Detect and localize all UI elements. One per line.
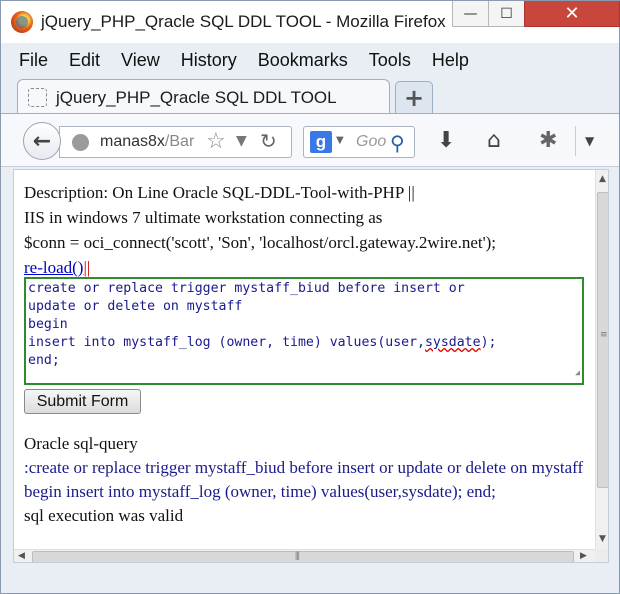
back-button[interactable]: ←	[23, 122, 61, 160]
resize-grip-icon[interactable]: ◢	[575, 364, 580, 382]
scroll-down-arrow-icon[interactable]: ▼	[599, 534, 606, 544]
result-block: Oracle sql-query :create or replace trig…	[24, 432, 584, 528]
bookmark-star-icon[interactable]: ☆	[206, 129, 226, 154]
navigation-bar: manas8x/Bar ☆ ▼ ↻ ← g ▼ Goo ⚲ ⬇ ⌂ ✱ ▼	[1, 113, 619, 167]
sql-line-3: begin	[28, 317, 68, 332]
url-host: manas8x	[100, 133, 165, 150]
horizontal-scroll-thumb[interactable]: ⦀	[32, 550, 574, 563]
google-icon[interactable]: g	[310, 131, 332, 153]
menu-tools[interactable]: Tools	[369, 50, 411, 71]
toolbar-separator	[575, 126, 576, 156]
scroll-grip-icon: ≡	[600, 330, 608, 340]
result-heading: Oracle sql-query	[24, 434, 138, 453]
title-bar: jQuery_PHP_Qracle SQL DDL TOOL - Mozilla…	[1, 1, 620, 43]
reload-separator: ||	[83, 258, 91, 277]
menu-bar: File Edit View History Bookmarks Tools H…	[1, 45, 619, 75]
spellcheck-word: sysdate	[424, 335, 481, 350]
search-input[interactable]: Goo	[356, 133, 386, 151]
globe-icon	[72, 134, 89, 151]
addon-icon[interactable]: ✱	[539, 128, 557, 153]
search-bar[interactable]: g ▼ Goo ⚲	[303, 126, 415, 158]
url-text[interactable]: manas8x/Bar	[100, 133, 200, 151]
menu-bookmarks[interactable]: Bookmarks	[258, 50, 348, 71]
hscroll-grip-icon: ⦀	[295, 550, 300, 563]
result-status: sql execution was valid	[24, 506, 184, 525]
sql-line-4-head: insert into mystaff_log (owner, time) va…	[28, 335, 425, 350]
sql-line-4-tail: );	[480, 335, 497, 350]
connect-line: $conn = oci_connect('scott', 'Son', 'loc…	[24, 233, 497, 252]
url-dropdown-icon[interactable]: ▼	[236, 133, 247, 149]
maximize-button[interactable]: ☐	[488, 1, 524, 27]
new-tab-button[interactable]: +	[395, 81, 433, 113]
vertical-scroll-thumb[interactable]: ≡	[597, 192, 608, 488]
horizontal-scrollbar[interactable]: ◀ ⦀ ▶	[14, 549, 595, 563]
url-bar[interactable]: manas8x/Bar ☆ ▼ ↻	[59, 126, 292, 158]
iis-line: IIS in windows 7 ultimate workstation co…	[24, 208, 383, 227]
page-header-text: Description: On Line Oracle SQL-DDL-Tool…	[24, 180, 584, 280]
tab-active[interactable]: jQuery_PHP_Qracle SQL DDL TOOL	[17, 79, 390, 115]
browser-window: jQuery_PHP_Qracle SQL DDL TOOL - Mozilla…	[0, 0, 620, 594]
menu-help[interactable]: Help	[432, 50, 469, 71]
scroll-right-arrow-icon[interactable]: ▶	[580, 551, 587, 561]
window-bottom-frame	[1, 565, 619, 593]
download-icon[interactable]: ⬇	[437, 128, 455, 153]
sql-line-2: update or delete on mystaff	[28, 299, 243, 314]
search-icon[interactable]: ⚲	[390, 131, 405, 155]
reload-icon[interactable]: ↻	[260, 129, 277, 153]
window-title: jQuery_PHP_Qracle SQL DDL TOOL - Mozilla…	[41, 12, 446, 31]
search-engine-dropdown-icon[interactable]: ▼	[336, 135, 344, 146]
sql-line-1: create or replace trigger mystaff_biud b…	[28, 281, 465, 296]
url-path: /Bar	[164, 133, 195, 150]
sql-textarea[interactable]: create or replace trigger mystaff_biud b…	[24, 277, 584, 385]
description-line: Description: On Line Oracle SQL-DDL-Tool…	[24, 183, 415, 202]
close-button[interactable]: ✕	[524, 1, 620, 27]
scrollbar-corner	[595, 549, 608, 562]
firefox-logo-icon	[11, 11, 33, 33]
tab-strip: jQuery_PHP_Qracle SQL DDL TOOL +	[1, 77, 619, 115]
blank-page-icon	[28, 88, 47, 107]
submit-form-button[interactable]: Submit Form	[24, 389, 141, 414]
minimize-button[interactable]: —	[452, 1, 488, 27]
vertical-scrollbar[interactable]: ▲ ≡ ▼	[595, 170, 608, 549]
toolbar-menu-dropdown-icon[interactable]: ▼	[585, 134, 594, 148]
menu-view[interactable]: View	[121, 50, 160, 71]
result-query: :create or replace trigger mystaff_biud …	[24, 458, 584, 501]
sql-line-5: end;	[28, 353, 60, 368]
menu-history[interactable]: History	[181, 50, 237, 71]
scroll-up-arrow-icon[interactable]: ▲	[599, 174, 606, 184]
home-icon[interactable]: ⌂	[487, 128, 501, 153]
tab-label: jQuery_PHP_Qracle SQL DDL TOOL	[56, 88, 337, 107]
page-content: Description: On Line Oracle SQL-DDL-Tool…	[13, 169, 609, 563]
reload-link[interactable]: re-load()	[24, 258, 83, 277]
menu-file[interactable]: File	[19, 50, 48, 71]
menu-edit[interactable]: Edit	[69, 50, 100, 71]
sql-line-4: insert into mystaff_log (owner, time) va…	[28, 334, 580, 352]
scroll-left-arrow-icon[interactable]: ◀	[18, 551, 25, 561]
